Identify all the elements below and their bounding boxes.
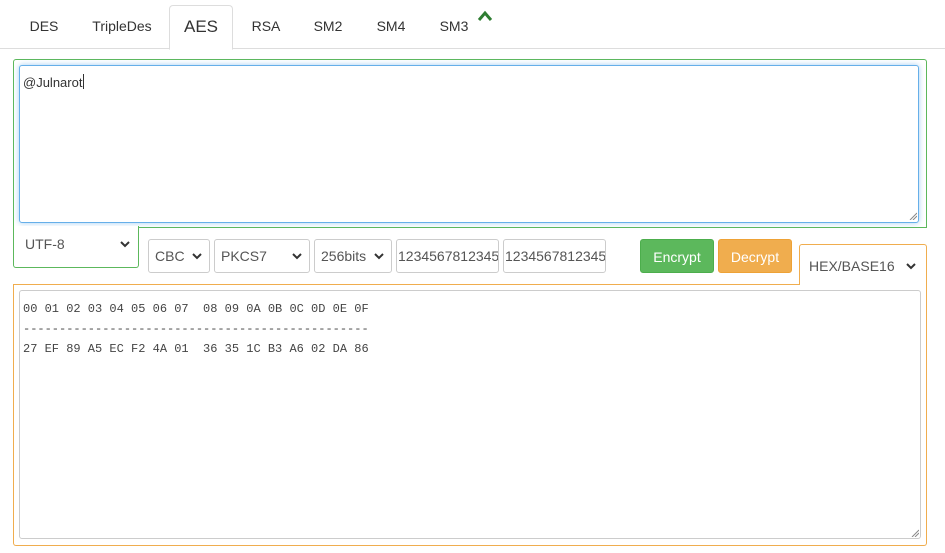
chevron-down-icon: [120, 241, 130, 248]
resize-grip-icon[interactable]: [909, 212, 917, 220]
hex-data-row: 27 EF 89 A5 EC F2 4A 01 36 35 1C B3 A6 0…: [23, 342, 369, 356]
mode-value: CBC: [155, 248, 185, 264]
encoding-select[interactable]: UTF-8: [19, 228, 137, 262]
chevron-up-icon[interactable]: [477, 10, 493, 22]
algorithm-tabs: DES TripleDes AES RSA SM2 SM4 SM3: [0, 0, 945, 50]
key-size-value: 256bits: [321, 248, 367, 264]
decrypt-button[interactable]: Decrypt: [718, 239, 792, 273]
tab-tripledes[interactable]: TripleDes: [80, 5, 164, 49]
chevron-down-icon: [906, 263, 916, 270]
chevron-down-icon: [192, 253, 202, 260]
mode-select[interactable]: CBC: [148, 239, 210, 273]
output-format-value: HEX/BASE16: [809, 258, 895, 274]
chevron-down-icon: [374, 253, 384, 260]
tab-sm2[interactable]: SM2: [302, 5, 354, 49]
chevron-down-icon: [292, 253, 302, 260]
plaintext-panel-edge-bottom: [138, 227, 927, 228]
plaintext-input[interactable]: @Julnarot: [19, 65, 919, 223]
text-caret: [83, 74, 85, 89]
key-input[interactable]: 1234567812345678: [396, 239, 499, 273]
hex-separator: ----------------------------------------…: [23, 322, 369, 336]
encoding-value: UTF-8: [25, 236, 65, 252]
tab-aes[interactable]: AES: [169, 5, 233, 50]
resize-grip-icon[interactable]: [911, 529, 919, 537]
iv-input[interactable]: 1234567812345678: [503, 239, 606, 273]
encrypt-button[interactable]: Encrypt: [640, 239, 714, 273]
key-size-select[interactable]: 256bits: [314, 239, 392, 273]
padding-select[interactable]: PKCS7: [214, 239, 310, 273]
ciphertext-output[interactable]: 00 01 02 03 04 05 06 07 08 09 0A 0B 0C 0…: [19, 290, 921, 539]
hex-header-row: 00 01 02 03 04 05 06 07 08 09 0A 0B 0C 0…: [23, 302, 369, 316]
tab-sm3[interactable]: SM3: [428, 5, 480, 49]
plaintext-value: @Julnarot: [23, 75, 83, 90]
tab-rsa[interactable]: RSA: [240, 5, 292, 49]
tab-des[interactable]: DES: [14, 5, 74, 49]
tab-sm4[interactable]: SM4: [365, 5, 417, 49]
padding-value: PKCS7: [221, 248, 267, 264]
output-format-select[interactable]: HEX/BASE16: [803, 250, 923, 284]
